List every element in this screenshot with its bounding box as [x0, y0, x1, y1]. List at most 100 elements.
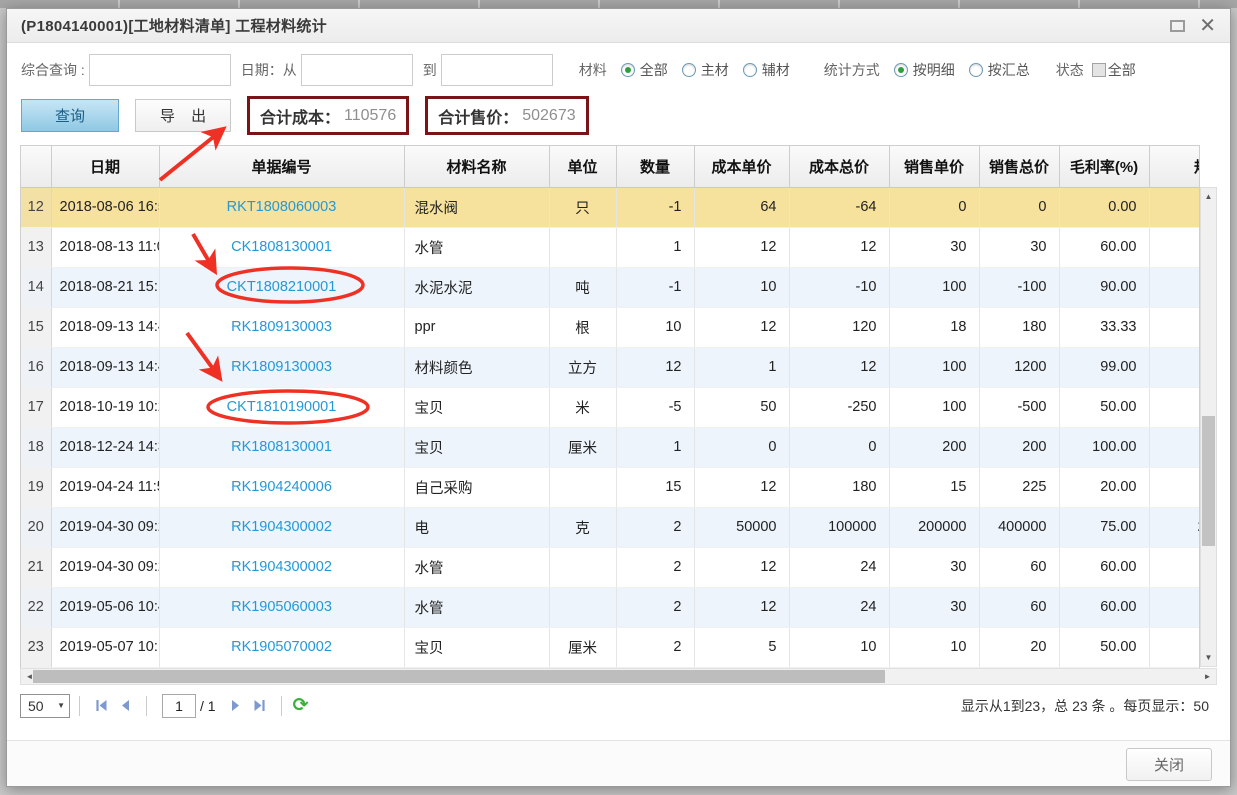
- close-icon[interactable]: ✕: [1199, 16, 1216, 36]
- table-row[interactable]: 132018-08-13 11:05CK1808130001水管11212303…: [21, 227, 1200, 267]
- status-option-all[interactable]: 全部: [1108, 60, 1136, 80]
- table-row[interactable]: 222019-05-06 10:42RK1905060003水管21224306…: [21, 587, 1200, 627]
- document-number-cell[interactable]: RK1809130003: [159, 347, 404, 387]
- table-cell-cost_total: 100000: [789, 507, 889, 547]
- column-header[interactable]: 材料名称: [404, 146, 549, 187]
- next-page-button[interactable]: [226, 696, 246, 716]
- material-option-all[interactable]: 全部: [640, 60, 668, 80]
- table-row[interactable]: 122018-08-06 16:55RKT1808060003混水阀只-164-…: [21, 187, 1200, 227]
- horizontal-scroll-thumb[interactable]: [33, 670, 885, 683]
- table-cell-margin: 20.00: [1059, 467, 1149, 507]
- column-header[interactable]: 日期: [51, 146, 159, 187]
- table-cell-sale_price: 100: [889, 267, 979, 307]
- document-number-link[interactable]: CK1808130001: [231, 239, 332, 255]
- document-number-link[interactable]: CKT1808210001: [227, 279, 337, 295]
- toolbar: 查询 导 出 合计成本： 110576 合计售价： 502673: [7, 88, 1230, 141]
- table-cell-unit: 只: [549, 187, 616, 227]
- document-number-cell[interactable]: RKT1808060003: [159, 187, 404, 227]
- stat-option-summary[interactable]: 按汇总: [988, 60, 1030, 80]
- refresh-icon[interactable]: ⟳: [293, 694, 309, 717]
- table-row[interactable]: 142018-08-21 15:18CKT1808210001水泥水泥吨-110…: [21, 267, 1200, 307]
- first-page-button[interactable]: [91, 696, 111, 716]
- document-number-cell[interactable]: RK1905070002: [159, 627, 404, 667]
- scroll-down-icon[interactable]: ▼: [1201, 650, 1216, 665]
- table-row[interactable]: 172018-10-19 10:29CKT1810190001宝贝米-550-2…: [21, 387, 1200, 427]
- table-cell-spec: [1149, 587, 1200, 627]
- table-row[interactable]: 162018-09-13 14:45RK1809130003材料颜色立方1211…: [21, 347, 1200, 387]
- date-from-input[interactable]: [301, 54, 413, 86]
- table-cell-margin: 99.00: [1059, 347, 1149, 387]
- column-header[interactable]: 成本单价: [694, 146, 789, 187]
- document-number-cell[interactable]: RK1904300002: [159, 547, 404, 587]
- page-size-select[interactable]: 50 ▼: [20, 694, 70, 718]
- material-radio-aux[interactable]: [743, 63, 757, 77]
- status-checkbox[interactable]: [1092, 63, 1106, 77]
- document-number-link[interactable]: RK1905060003: [231, 599, 332, 615]
- material-radio-main[interactable]: [682, 63, 696, 77]
- column-header[interactable]: 毛利率(%): [1059, 146, 1149, 187]
- scroll-right-icon[interactable]: ►: [1200, 669, 1215, 684]
- table-cell-margin: 60.00: [1059, 227, 1149, 267]
- document-number-link[interactable]: CKT1810190001: [227, 399, 337, 415]
- document-number-cell[interactable]: RK1905060003: [159, 587, 404, 627]
- query-button[interactable]: 查询: [21, 99, 119, 132]
- document-number-link[interactable]: RK1904300002: [231, 519, 332, 535]
- stat-radio-summary[interactable]: [969, 63, 983, 77]
- material-radio-all[interactable]: [621, 63, 635, 77]
- close-button[interactable]: 关闭: [1126, 748, 1212, 781]
- column-header[interactable]: 单位: [549, 146, 616, 187]
- last-page-button[interactable]: [250, 696, 270, 716]
- column-header[interactable]: 单据编号: [159, 146, 404, 187]
- document-number-link[interactable]: RK1905070002: [231, 639, 332, 655]
- material-option-aux[interactable]: 辅材: [762, 60, 790, 80]
- document-number-link[interactable]: RK1904300002: [231, 559, 332, 575]
- column-header[interactable]: 销售总价: [979, 146, 1059, 187]
- query-input[interactable]: [89, 54, 231, 86]
- table-row[interactable]: 152018-09-13 14:45RK1809130003ppr根101212…: [21, 307, 1200, 347]
- document-number-link[interactable]: RK1808130001: [231, 439, 332, 455]
- vertical-scrollbar[interactable]: ▲ ▼: [1200, 187, 1217, 667]
- column-header[interactable]: [21, 146, 51, 187]
- column-header[interactable]: 规格: [1149, 146, 1200, 187]
- material-option-main[interactable]: 主材: [701, 60, 729, 80]
- material-label: 材料: [579, 60, 607, 80]
- divider: [281, 696, 282, 716]
- vertical-scroll-thumb[interactable]: [1202, 416, 1215, 546]
- table-row[interactable]: 212019-04-30 09:24RK1904300002水管21224306…: [21, 547, 1200, 587]
- table-row[interactable]: 192019-04-24 11:57RK1904240006自己采购151218…: [21, 467, 1200, 507]
- table-cell-unit: [549, 547, 616, 587]
- document-number-cell[interactable]: RK1808130001: [159, 427, 404, 467]
- document-number-link[interactable]: RK1904240006: [231, 479, 332, 495]
- export-button[interactable]: 导 出: [135, 99, 231, 132]
- horizontal-scrollbar[interactable]: ◄ ►: [20, 668, 1217, 685]
- scroll-up-icon[interactable]: ▲: [1201, 189, 1216, 204]
- table-cell-spec: [1149, 467, 1200, 507]
- table-cell-num: 23: [21, 627, 51, 667]
- document-number-cell[interactable]: RK1904300002: [159, 507, 404, 547]
- page-number-input[interactable]: [162, 694, 196, 718]
- document-number-cell[interactable]: CKT1808210001: [159, 267, 404, 307]
- document-number-cell[interactable]: RK1809130003: [159, 307, 404, 347]
- document-number-cell[interactable]: RK1904240006: [159, 467, 404, 507]
- column-header[interactable]: 数量: [616, 146, 694, 187]
- table-cell-sale_price: 0: [889, 187, 979, 227]
- document-number-link[interactable]: RKT1808060003: [227, 199, 337, 215]
- pagination-bar: 50 ▼ / 1 ⟳ 显示从1到23，总 23 条 。每页显示：50: [20, 694, 1217, 718]
- prev-page-button[interactable]: [115, 696, 135, 716]
- document-number-link[interactable]: RK1809130003: [231, 359, 332, 375]
- maximize-icon[interactable]: [1170, 20, 1185, 32]
- table-row[interactable]: 202019-04-30 09:24RK1904300002电克25000010…: [21, 507, 1200, 547]
- date-to-input[interactable]: [441, 54, 553, 86]
- table-row[interactable]: 182018-12-24 14:33RK1808130001宝贝厘米100200…: [21, 427, 1200, 467]
- table-cell-margin: 90.00: [1059, 267, 1149, 307]
- document-number-cell[interactable]: CK1808130001: [159, 227, 404, 267]
- document-number-cell[interactable]: CKT1810190001: [159, 387, 404, 427]
- table-cell-unit: [549, 467, 616, 507]
- stat-option-detail[interactable]: 按明细: [913, 60, 955, 80]
- column-header[interactable]: 成本总价: [789, 146, 889, 187]
- document-number-link[interactable]: RK1809130003: [231, 319, 332, 335]
- column-header[interactable]: 销售单价: [889, 146, 979, 187]
- table-row[interactable]: 232019-05-07 10:13RK1905070002宝贝厘米251010…: [21, 627, 1200, 667]
- table-cell-cost_price: 50000: [694, 507, 789, 547]
- stat-radio-detail[interactable]: [894, 63, 908, 77]
